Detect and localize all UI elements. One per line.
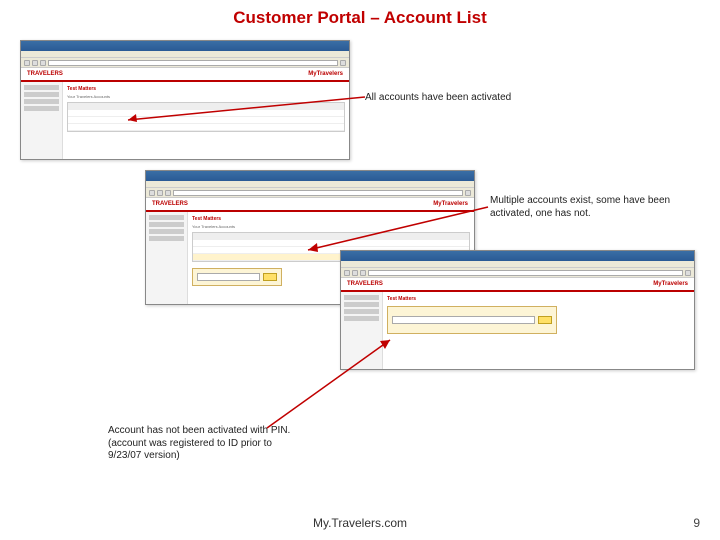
window-menubar [21,51,349,58]
arrow-3 [265,335,395,430]
arrow-1 [120,95,365,125]
footer-page-number: 9 [693,516,700,530]
portal-logo: TRAVELERS [27,71,63,77]
portal-logo: TRAVELERS [347,281,383,287]
portal-sidebar [21,82,63,159]
annotation-3: Account has not been activated with PIN.… [108,425,308,463]
pin-entry-box[interactable] [387,306,557,334]
section-title: Test Matters [67,86,345,92]
annotation-2: Multiple accounts exist, some have been … [490,195,680,220]
section-title: Test Matters [387,296,690,302]
arrow-2 [300,205,490,255]
portal-brand: MyTravelers [308,71,343,77]
window-titlebar [21,41,349,51]
portal-brand: MyTravelers [653,281,688,287]
window-toolbar [21,58,349,68]
portal-logo: TRAVELERS [152,201,188,207]
annotation-1: All accounts have been activated [365,92,511,105]
slide-title: Customer Portal – Account List [0,0,720,28]
footer-site: My.Travelers.com [313,516,407,530]
pin-entry-box[interactable] [192,268,282,286]
